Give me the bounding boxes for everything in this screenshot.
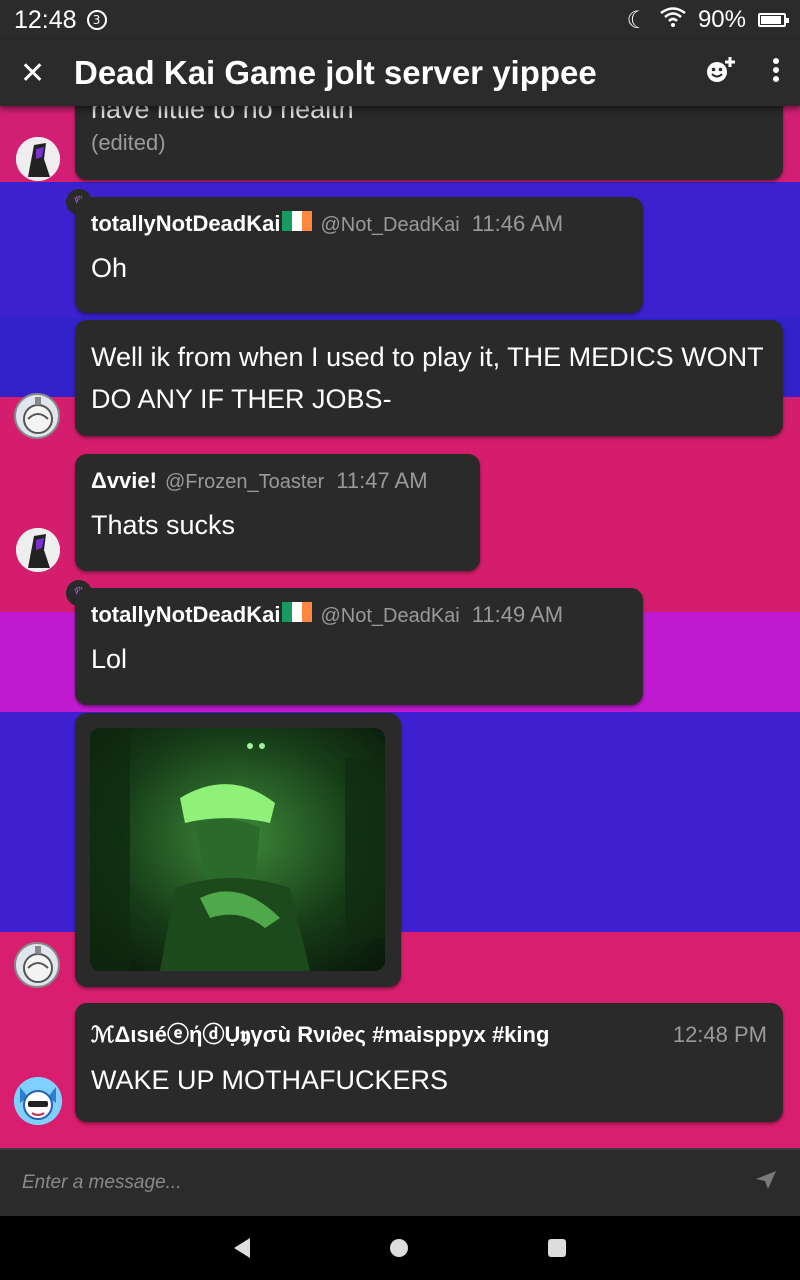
avatar[interactable] xyxy=(16,137,60,181)
moon-icon: ☾ xyxy=(626,6,648,34)
battery-percent: 90% xyxy=(697,6,746,33)
avatar[interactable] xyxy=(16,528,60,572)
status-bar: 12:48 3 ☾ 90% xyxy=(0,0,800,40)
message-text: Thats sucks xyxy=(91,510,236,540)
system-nav-bar xyxy=(0,1216,800,1280)
message-text: WAKE UP MOTHAFUCKERS xyxy=(91,1065,449,1095)
username[interactable]: ℳΔιsιéⓔήⓓỤ𝖞γσù Rνι∂еς #maisppyx #king xyxy=(91,1017,549,1049)
message-bubble[interactable]: Well ik from when I used to play it, THE… xyxy=(75,320,783,436)
username[interactable]: totallyNotDeadKai xyxy=(91,602,280,628)
username[interactable]: Δvvie! xyxy=(91,468,157,494)
user-handle: @Frozen_Toaster xyxy=(164,471,325,493)
message-bubble[interactable]: ℳΔιsιéⓔήⓓỤ𝖞γσù Rνι∂еς #maisppyx #king 12… xyxy=(75,1003,783,1122)
channel-title: Dead Kai Game jolt server yippee xyxy=(74,54,597,91)
add-member-icon[interactable] xyxy=(704,55,738,92)
battery-icon xyxy=(758,13,789,27)
message-time: 12:48 PM xyxy=(672,1022,767,1047)
message-bubble[interactable]: Δvvie! @Frozen_Toaster 11:47 AM Thats su… xyxy=(75,454,480,571)
message-input[interactable]: Enter a message... xyxy=(22,1172,181,1194)
message-text: Lol xyxy=(91,644,128,674)
message-text: Oh xyxy=(91,253,128,283)
avatar[interactable] xyxy=(14,942,60,988)
status-time: 12:48 xyxy=(14,5,77,34)
message-text: Well ik from when I used to play it, THE… xyxy=(91,342,764,414)
user-handle: @Not_DeadKai xyxy=(320,214,460,236)
ireland-flag-icon xyxy=(282,602,313,622)
wifi-icon xyxy=(660,6,686,34)
close-button[interactable]: ✕ xyxy=(20,56,56,91)
back-icon[interactable] xyxy=(234,1238,250,1258)
message-time: 11:47 AM xyxy=(336,468,428,493)
notification-badge: 3 xyxy=(86,10,107,30)
ireland-flag-icon xyxy=(282,211,313,231)
avatar[interactable] xyxy=(14,1077,62,1125)
message-composer[interactable]: Enter a message... xyxy=(0,1148,800,1216)
message-bubble[interactable]: totallyNotDeadKai @Not_DeadKai 11:46 AM … xyxy=(75,197,643,313)
message-bubble[interactable] xyxy=(75,713,401,987)
chat-header: ✕ Dead Kai Game jolt server yippee xyxy=(0,40,800,106)
message-time: 11:49 AM xyxy=(471,602,564,627)
edited-label: (edited) xyxy=(91,130,166,155)
home-icon[interactable] xyxy=(390,1239,408,1257)
gif-image[interactable] xyxy=(90,728,385,971)
send-icon[interactable] xyxy=(754,1168,778,1198)
message-bubble[interactable]: totallyNotDeadKai @Not_DeadKai 11:49 AM … xyxy=(75,588,643,705)
username[interactable]: totallyNotDeadKai xyxy=(91,211,280,237)
recent-apps-icon[interactable] xyxy=(548,1239,566,1257)
message-time: 11:46 AM xyxy=(471,211,564,236)
user-handle: @Not_DeadKai xyxy=(320,605,460,627)
more-options-icon[interactable] xyxy=(772,57,780,90)
avatar[interactable] xyxy=(14,393,60,439)
